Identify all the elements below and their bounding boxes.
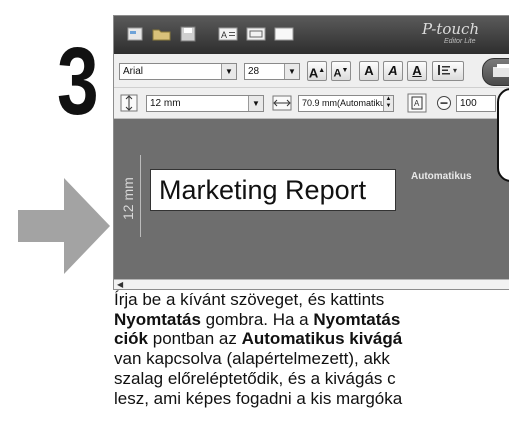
new-label-icon[interactable] xyxy=(126,26,146,42)
length-mode-tag: Automatikus xyxy=(411,171,472,182)
increase-font-button[interactable]: A▲ xyxy=(307,61,327,81)
callout-bubble xyxy=(497,88,509,182)
bold-button[interactable]: A xyxy=(359,61,379,81)
printer-icon xyxy=(493,64,509,77)
tape-width-icon xyxy=(120,94,138,112)
open-folder-icon[interactable] xyxy=(152,26,172,42)
label-canvas[interactable]: 12 mm Marketing Report Automatikus xyxy=(114,119,509,279)
app-window: A P-touch Editor Lite Arial ▼ 28 ▼ A▲ A▼… xyxy=(113,15,509,290)
length-stepper[interactable]: ▲ ▼ xyxy=(383,96,393,111)
chevron-down-icon[interactable]: ▼ xyxy=(248,96,263,111)
svg-text:A: A xyxy=(414,99,420,108)
font-name-value: Arial xyxy=(123,66,144,77)
app-logo-subtitle: Editor Lite xyxy=(444,38,476,45)
svg-text:▾: ▾ xyxy=(453,66,457,75)
label-length-field[interactable]: 70.9 mm(Automatiku ▲ ▼ xyxy=(298,95,394,112)
ruler-divider xyxy=(140,155,141,237)
font-name-select[interactable]: Arial ▼ xyxy=(119,63,237,80)
scroll-left-icon[interactable]: ◀ xyxy=(117,280,123,289)
zoom-out-icon[interactable] xyxy=(436,95,452,111)
instruction-text: Írja be a kívánt szöveget, és kattints N… xyxy=(114,290,509,408)
insert-text-icon[interactable]: A xyxy=(218,26,238,42)
align-left-icon: ▾ xyxy=(438,65,457,75)
step-number: 3 xyxy=(57,28,99,135)
decrease-font-button[interactable]: A▼ xyxy=(331,61,351,81)
instruction-line-1: Írja be a kívánt szöveget, és kattints xyxy=(114,290,385,309)
instruction-line-4: van kapcsolva (alapértelmezett), akk xyxy=(114,349,390,369)
instruction-line-6: lesz, ami képes fogadni a kis margóka xyxy=(114,388,403,408)
tape-width-ruler-label: 12 mm xyxy=(120,177,136,221)
tape-width-value: 12 mm xyxy=(150,98,181,109)
insert-frame-icon[interactable] xyxy=(246,26,266,42)
label-length-icon xyxy=(272,95,292,111)
instruction-line-3: ciók pontban az Automatikus kivágá xyxy=(114,329,403,349)
chevron-down-icon[interactable]: ▼ xyxy=(284,64,299,79)
zoom-value: 100 xyxy=(460,98,477,109)
save-icon[interactable] xyxy=(178,26,198,42)
tape-width-select[interactable]: 12 mm ▼ xyxy=(146,95,264,112)
insert-image-icon[interactable] xyxy=(274,26,294,42)
layout-toolbar: 12 mm ▼ 70.9 mm(Automatiku ▲ ▼ A 100 xyxy=(114,88,509,119)
format-toolbar: Arial ▼ 28 ▼ A▲ A▼ A A A ▾ xyxy=(114,54,509,88)
instruction-line-5: szalag előreléptetődik, és a kivágás c xyxy=(114,368,396,388)
print-button[interactable] xyxy=(482,58,509,86)
font-size-select[interactable]: 28 ▼ xyxy=(244,63,300,80)
label-text-box[interactable]: Marketing Report xyxy=(150,169,396,211)
font-size-value: 28 xyxy=(248,66,260,77)
zoom-field[interactable]: 100 xyxy=(456,95,496,112)
align-button[interactable]: ▾ xyxy=(432,61,464,81)
instruction-line-2: Nyomtatás gombra. Ha a Nyomtatás xyxy=(114,309,401,329)
svg-text:A: A xyxy=(221,30,227,40)
title-bar: A P-touch Editor Lite xyxy=(114,16,509,54)
chevron-down-icon[interactable]: ▼ xyxy=(221,64,236,79)
horizontal-scrollbar[interactable]: ◀ xyxy=(114,279,509,289)
italic-button[interactable]: A xyxy=(383,61,403,81)
right-arrow-icon xyxy=(18,178,110,274)
app-logo: P-touch xyxy=(422,20,480,38)
label-length-value: 70.9 mm(Automatiku xyxy=(302,98,386,108)
underline-button[interactable]: A xyxy=(407,61,427,81)
frame-toggle-icon[interactable]: A xyxy=(407,93,427,113)
